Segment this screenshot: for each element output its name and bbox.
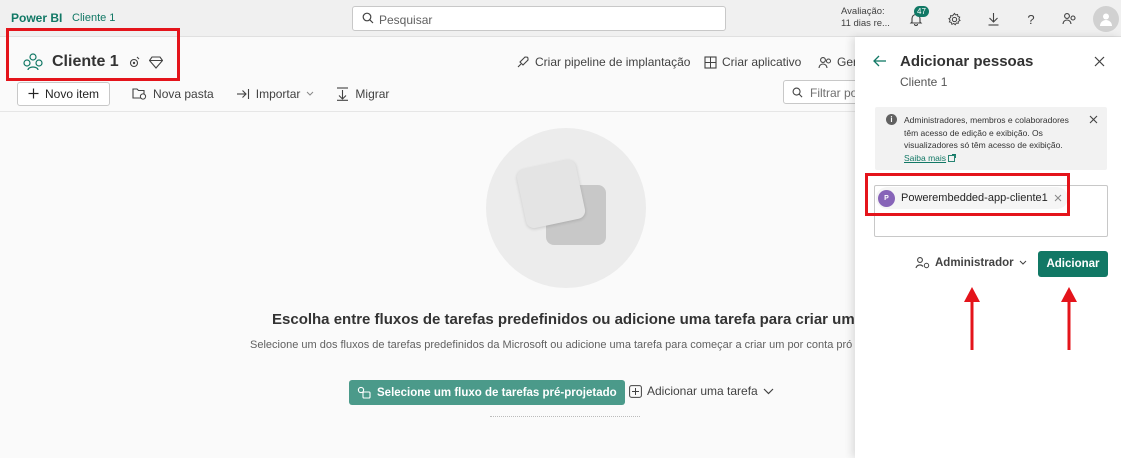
create-pipeline-label: Criar pipeline de implantação (535, 55, 691, 69)
info-icon: i (886, 114, 897, 125)
external-link-icon (948, 153, 957, 162)
share-people-icon[interactable] (1058, 8, 1080, 30)
role-dropdown[interactable]: Administrador (915, 256, 1027, 269)
trial-status[interactable]: Avaliação: 11 dias re... (841, 6, 890, 30)
migrate-label: Migrar (355, 86, 390, 101)
plus-icon (28, 88, 39, 99)
info-message: i Administradores, membros e colaborador… (875, 107, 1107, 170)
close-icon[interactable] (1094, 56, 1105, 67)
search-placeholder: Pesquisar (379, 13, 433, 27)
task-flow-icon (357, 386, 371, 399)
rocket-icon (516, 55, 530, 69)
folder-add-icon (132, 87, 147, 100)
new-item-button[interactable]: Novo item (17, 81, 111, 106)
select-task-flow-button[interactable]: Selecione um fluxo de tarefas pré-projet… (349, 380, 625, 405)
info-text-block: Administradores, membros e colaboradores… (904, 114, 1076, 164)
import-button[interactable]: Importar (236, 87, 315, 101)
app-brand[interactable]: Power BI (11, 11, 62, 25)
breadcrumb-workspace[interactable]: Cliente 1 (72, 12, 115, 24)
role-label: Administrador (935, 256, 1014, 269)
filter-input[interactable]: Filtrar po (783, 80, 863, 104)
new-item-label: Novo item (45, 86, 100, 101)
add-button[interactable]: Adicionar (1038, 251, 1108, 277)
search-box[interactable]: Pesquisar (352, 6, 726, 31)
add-box-icon (629, 384, 642, 398)
trial-days: 11 dias re... (841, 18, 890, 29)
toolbar-divider (0, 111, 855, 112)
user-avatar[interactable] (1093, 6, 1119, 32)
cut-off-link (490, 416, 640, 418)
panel-subtitle: Cliente 1 (900, 75, 948, 89)
filter-search-icon (792, 87, 803, 98)
empty-state-subtitle: Selecione um dos fluxos de tarefas prede… (250, 339, 853, 351)
chevron-down-icon (306, 91, 314, 96)
app-grid-icon (704, 55, 717, 69)
person-settings-icon (915, 256, 930, 269)
search-icon (362, 12, 374, 24)
new-folder-label: Nova pasta (153, 86, 214, 101)
annotation-arrow-role (964, 287, 980, 350)
trial-label: Avaliação: (841, 6, 885, 17)
chevron-down-icon (1019, 260, 1027, 265)
filter-placeholder: Filtrar po (810, 86, 858, 100)
annotation-highlight-person (865, 173, 1070, 216)
workspace-toolbar: Novo item Nova pasta Importar Migrar (17, 81, 389, 106)
notifications-badge: 47 (914, 6, 929, 17)
download-icon[interactable] (982, 8, 1004, 30)
illustration-front-square (515, 158, 587, 230)
info-text: Administradores, membros e colaboradores… (904, 115, 1069, 150)
back-arrow-icon[interactable] (873, 55, 887, 67)
select-task-flow-label: Selecione um fluxo de tarefas pré-projet… (377, 386, 617, 399)
migrate-button[interactable]: Migrar (336, 87, 389, 101)
create-app-button[interactable]: Criar aplicativo (704, 55, 801, 69)
panel-title: Adicionar pessoas (900, 53, 1034, 70)
new-folder-button[interactable]: Nova pasta (132, 87, 214, 101)
chevron-down-icon (763, 388, 774, 395)
help-icon[interactable]: ? (1020, 8, 1042, 30)
people-icon (818, 56, 832, 69)
import-arrow-icon (236, 88, 250, 100)
add-task-label: Adicionar uma tarefa (647, 384, 758, 398)
annotation-highlight-workspace (6, 28, 180, 81)
migrate-icon (336, 86, 349, 101)
annotation-arrow-add (1061, 287, 1077, 350)
create-pipeline-button[interactable]: Criar pipeline de implantação (516, 55, 690, 69)
add-people-panel: Adicionar pessoas Cliente 1 i Administra… (855, 37, 1121, 458)
add-task-button[interactable]: Adicionar uma tarefa (629, 384, 774, 398)
dismiss-info-icon[interactable] (1089, 115, 1098, 124)
learn-more-link[interactable]: Saiba mais (904, 153, 946, 163)
empty-state-title: Escolha entre fluxos de tarefas predefin… (272, 311, 855, 328)
workspace-main: Cliente 1 Criar pipeline de implantação … (0, 28, 864, 458)
create-app-label: Criar aplicativo (722, 55, 802, 69)
gear-icon[interactable] (943, 8, 965, 30)
import-label: Importar (255, 86, 301, 101)
